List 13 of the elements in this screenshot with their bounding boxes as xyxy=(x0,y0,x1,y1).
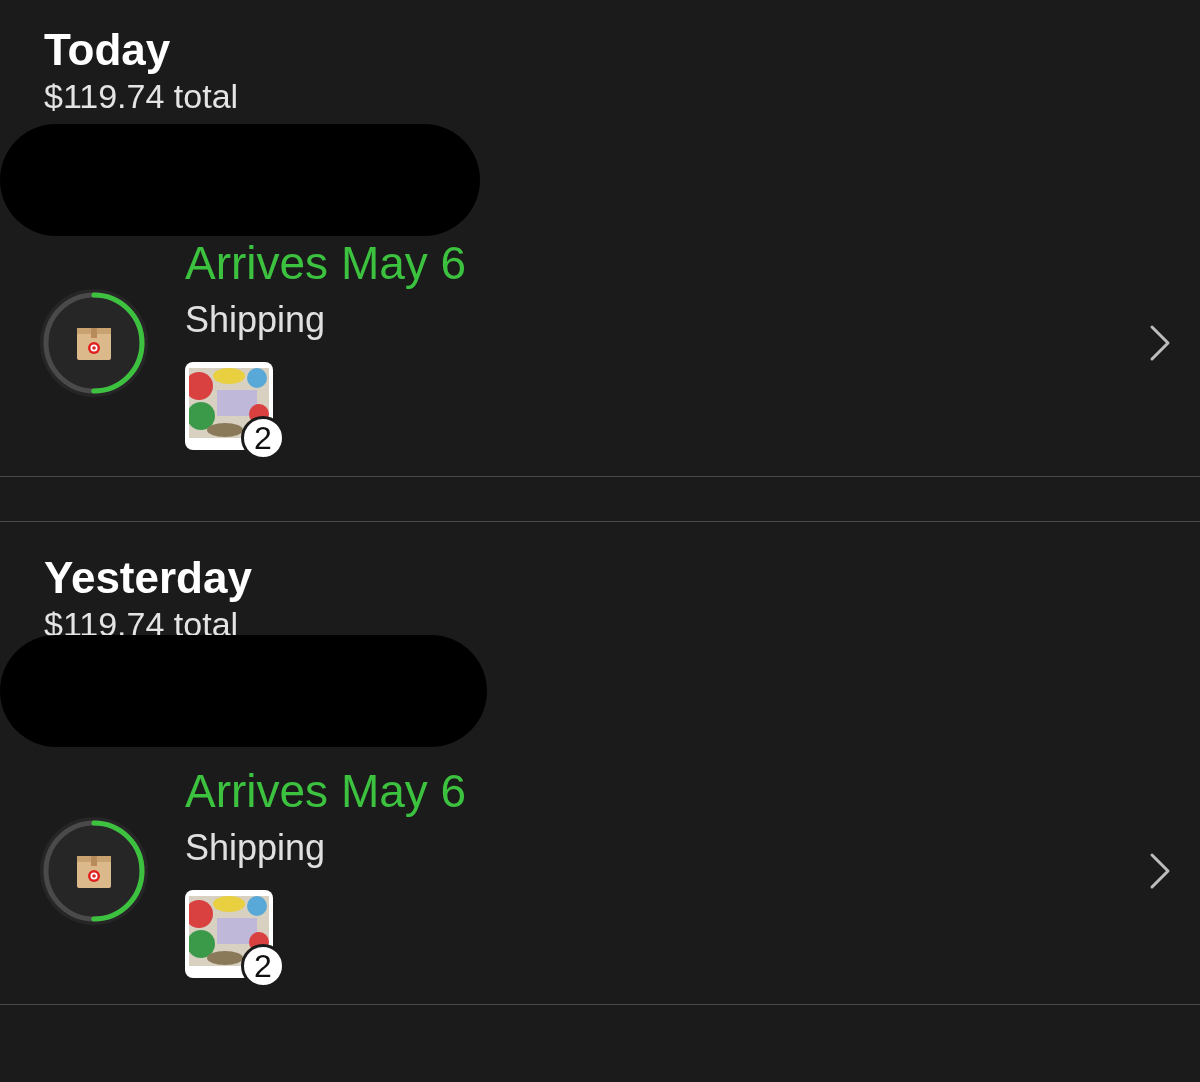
box-icon xyxy=(77,856,111,888)
quantity-badge: 2 xyxy=(241,416,285,460)
arrival-date: Arrives May 6 xyxy=(185,764,468,818)
chevron-right-icon[interactable] xyxy=(1149,852,1171,890)
arrival-date: Arrives May 6 xyxy=(185,236,468,290)
order-total: $119.74 total xyxy=(44,76,240,116)
quantity-badge: 2 xyxy=(241,944,285,988)
section-heading: Today xyxy=(44,24,172,76)
section-heading: Yesterday xyxy=(44,552,253,604)
chevron-right-icon[interactable] xyxy=(1149,324,1171,362)
box-icon xyxy=(77,328,111,360)
order-status: Shipping xyxy=(185,298,327,342)
order-status: Shipping xyxy=(185,826,327,870)
